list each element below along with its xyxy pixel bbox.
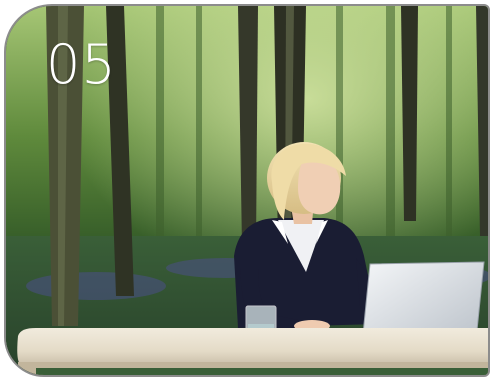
photo-frame: 05 <box>4 4 490 377</box>
slide-number: 05 <box>46 33 117 96</box>
